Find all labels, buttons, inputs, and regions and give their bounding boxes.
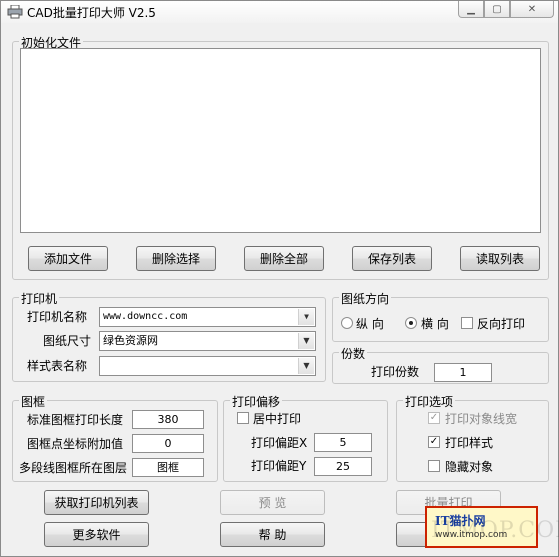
- help-button[interactable]: 帮 助: [220, 522, 325, 547]
- file-list[interactable]: [20, 48, 541, 233]
- minimize-icon: ▁: [467, 3, 475, 15]
- paper-size-select[interactable]: 绿色资源网 ▼: [99, 331, 316, 351]
- polyline-frame-layer-label: 多段线图框所在图层: [19, 461, 128, 475]
- orientation-group-title: 图纸方向: [339, 290, 392, 307]
- lineweight-checkbox[interactable]: ✓: [428, 412, 440, 424]
- print-styles-checkbox[interactable]: ✓: [428, 436, 440, 448]
- paper-size-label: 图纸尺寸: [43, 334, 92, 348]
- delete-all-button[interactable]: 删除全部: [244, 246, 324, 271]
- add-file-button[interactable]: 添加文件: [28, 246, 108, 271]
- read-list-button[interactable]: 读取列表: [460, 246, 540, 271]
- lineweight-label[interactable]: 打印对象线宽: [445, 410, 517, 427]
- more-software-button[interactable]: 更多软件: [44, 522, 149, 547]
- landscape-label[interactable]: 横 向: [421, 315, 449, 332]
- offset-y-label: 打印偏距Y: [251, 459, 307, 473]
- landscape-radio[interactable]: [405, 317, 417, 329]
- copies-input[interactable]: 1: [434, 363, 492, 382]
- style-table-label: 样式表名称: [27, 359, 88, 373]
- std-frame-length-input[interactable]: 380: [132, 410, 204, 429]
- get-printer-list-button[interactable]: 获取打印机列表: [44, 490, 149, 515]
- portrait-label[interactable]: 纵 向: [356, 315, 384, 332]
- frame-coord-offset-label: 图框点坐标附加值: [27, 437, 124, 451]
- window-title: CAD批量打印大师 V2.5: [27, 6, 156, 20]
- title-bar: CAD批量打印大师 V2.5 ▁ ▢ ✕: [1, 1, 558, 23]
- close-icon: ✕: [527, 3, 537, 15]
- printer-name-value: www.downcc.com: [103, 311, 188, 322]
- paper-size-value: 绿色资源网: [103, 334, 158, 347]
- offset-x-input[interactable]: 5: [314, 433, 372, 452]
- delete-selected-button[interactable]: 删除选择: [136, 246, 216, 271]
- printer-icon: [7, 5, 23, 19]
- maximize-icon: ▢: [492, 3, 502, 15]
- watermark-big-text: ITMOP.COM: [431, 518, 559, 543]
- reverse-print-label[interactable]: 反向打印: [477, 315, 525, 332]
- frame-group-title: 图框: [19, 393, 48, 410]
- reverse-print-checkbox[interactable]: [461, 317, 473, 329]
- offset-x-label: 打印偏距X: [251, 436, 308, 450]
- std-frame-length-label: 标准图框打印长度: [27, 413, 124, 427]
- portrait-radio[interactable]: [341, 317, 353, 329]
- center-print-label[interactable]: 居中打印: [253, 410, 301, 427]
- offset-group-title: 打印偏移: [230, 393, 283, 410]
- preview-button[interactable]: 预 览: [220, 490, 325, 515]
- print-styles-label[interactable]: 打印样式: [445, 434, 493, 451]
- chevron-down-icon: ▼: [298, 333, 314, 349]
- chevron-down-icon: ▼: [298, 309, 314, 325]
- printer-name-select[interactable]: www.downcc.com ▼: [99, 307, 316, 327]
- copies-group-title: 份数: [339, 345, 368, 362]
- hide-objects-label[interactable]: 隐藏对象: [445, 458, 493, 475]
- hide-objects-checkbox[interactable]: [428, 460, 440, 472]
- printer-group-title: 打印机: [19, 290, 60, 307]
- style-table-select[interactable]: ▼: [99, 356, 316, 376]
- print-options-group-title: 打印选项: [403, 393, 456, 410]
- close-button[interactable]: ✕: [510, 1, 554, 18]
- window-controls: ▁ ▢ ✕: [458, 1, 554, 19]
- copies-label: 打印份数: [371, 365, 420, 379]
- printer-name-label: 打印机名称: [27, 310, 88, 324]
- maximize-button[interactable]: ▢: [484, 1, 510, 18]
- frame-coord-offset-input[interactable]: 0: [132, 434, 204, 453]
- offset-y-input[interactable]: 25: [314, 457, 372, 476]
- chevron-down-icon: ▼: [298, 358, 314, 374]
- save-list-button[interactable]: 保存列表: [352, 246, 432, 271]
- polyline-frame-layer-input[interactable]: 图框: [132, 458, 204, 477]
- app-window: CAD批量打印大师 V2.5 ▁ ▢ ✕ 初始化文件 添加文件 删除选择 删除全…: [0, 0, 559, 557]
- minimize-button[interactable]: ▁: [458, 1, 484, 18]
- center-print-checkbox[interactable]: [237, 412, 249, 424]
